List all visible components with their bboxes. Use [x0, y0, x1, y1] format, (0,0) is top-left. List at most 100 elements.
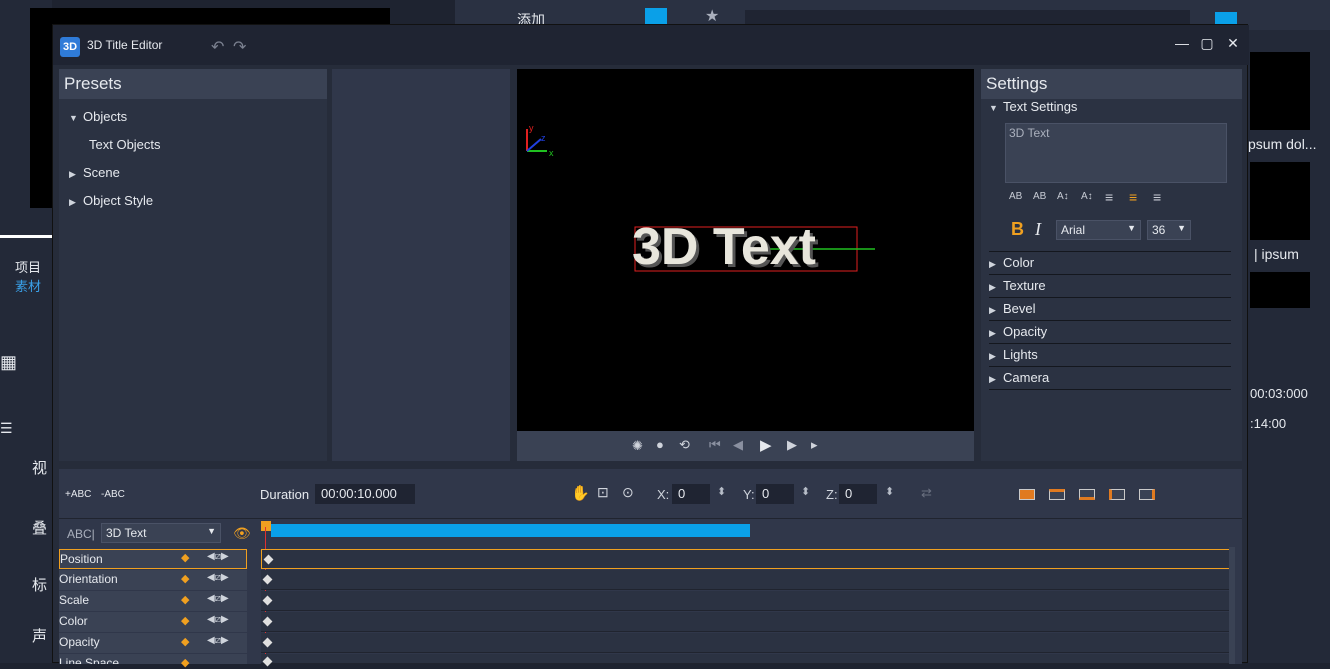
undo-icon[interactable]: ↶ [211, 37, 224, 57]
axis-z-label: z [541, 133, 546, 143]
line-spacing-icon[interactable]: A↕ [1057, 191, 1069, 202]
keyframe[interactable] [262, 595, 273, 606]
track-row-opacity[interactable] [261, 633, 1231, 653]
playhead-handle[interactable] [261, 521, 271, 531]
keyframe[interactable] [263, 554, 274, 565]
preview-3d-text: 3D Text [632, 218, 816, 276]
duration-input[interactable]: 00:00:10.000 [315, 484, 415, 504]
add-text-object-button[interactable]: +ABC [65, 489, 91, 500]
sphere-icon[interactable]: ● [656, 437, 664, 452]
view-left-icon[interactable] [1109, 489, 1125, 500]
z-spinner-icon[interactable]: ⬍ [885, 485, 894, 498]
preset-thumbnails-panel [332, 69, 510, 461]
next-frame-icon[interactable]: ▶ [787, 437, 797, 453]
x-label: X: [657, 487, 670, 502]
italic-button[interactable]: I [1035, 219, 1041, 240]
reset-icon[interactable]: ⇄ [921, 485, 932, 501]
settings-opacity[interactable]: ▶ Opacity [989, 321, 1231, 344]
track-row-orientation[interactable] [261, 570, 1231, 590]
settings-color[interactable]: ▶ Color [989, 252, 1231, 275]
z-position-input[interactable]: 0 [839, 484, 877, 504]
settings-lights[interactable]: ▶ Lights [989, 344, 1231, 367]
text-content-input[interactable]: 3D Text [1005, 123, 1227, 183]
keyframe[interactable] [262, 656, 273, 667]
redo-icon[interactable]: ↷ [233, 37, 246, 57]
add-keyframe-icon[interactable]: ◆ [181, 635, 189, 648]
background-timecode-2: :14:00 [1250, 416, 1287, 431]
spacing-icon[interactable]: AB [1009, 191, 1022, 202]
track-row-color[interactable] [261, 612, 1231, 632]
library-thumbnail[interactable] [1250, 162, 1310, 240]
play-icon[interactable]: ▶ [760, 436, 772, 454]
playback-controls: ✺ ● ⟲ ⏮ ◀ ▶ ▶ ▸ [517, 431, 974, 461]
y-position-input[interactable]: 0 [756, 484, 794, 504]
star-icon[interactable]: ★ [705, 6, 719, 26]
font-select[interactable]: Arial ▼ [1056, 220, 1141, 240]
library-thumbnail[interactable] [1250, 272, 1310, 308]
prev-frame-icon[interactable]: ◀ [733, 437, 743, 453]
skip-end-icon[interactable]: ▸ [811, 437, 818, 453]
maximize-icon[interactable]: ▢ [1196, 31, 1218, 55]
view-front-icon[interactable] [1019, 489, 1035, 500]
dropdown-arrow-icon: ▼ [1127, 223, 1136, 233]
y-spinner-icon[interactable]: ⬍ [801, 485, 810, 498]
keyframe[interactable] [262, 616, 273, 627]
dropdown-arrow-icon: ▼ [207, 526, 216, 536]
keyframe-nav-icon[interactable]: ◀⧄▶ [207, 593, 229, 604]
keyframe-nav-icon[interactable]: ◀⧄▶ [207, 635, 229, 646]
x-spinner-icon[interactable]: ⬍ [717, 485, 726, 498]
keyframe-controls: ◆ ◀⧄▶ ◆ ◀⧄▶ ◆ ◀⧄▶ ◆ ◀⧄▶ ◆ ◀⧄▶ ◆ [179, 549, 247, 669]
track-row-scale[interactable] [261, 591, 1231, 611]
track-row-position[interactable] [261, 549, 1231, 569]
axis-y-label: y [529, 123, 534, 133]
collapse-icon: ▶ [69, 197, 76, 207]
add-keyframe-icon[interactable]: ◆ [181, 593, 189, 606]
focus-icon[interactable]: ⊙ [622, 484, 634, 501]
keyframe-nav-icon[interactable]: ◀⧄▶ [207, 572, 229, 583]
loop-icon[interactable]: ⟲ [679, 437, 690, 453]
settings-texture[interactable]: ▶ Texture [989, 275, 1231, 298]
align-right-icon[interactable]: ≡ [1153, 189, 1161, 205]
add-keyframe-icon[interactable]: ◆ [181, 551, 189, 564]
tree-item-text-objects[interactable]: Text Objects [89, 137, 161, 152]
add-keyframe-icon[interactable]: ◆ [181, 572, 189, 585]
move-icon[interactable]: ⊡ [597, 484, 609, 501]
background-video-track: 视 [32, 460, 48, 477]
view-top-icon[interactable] [1049, 489, 1065, 500]
bold-button[interactable]: B [1011, 219, 1024, 240]
view-right-icon[interactable] [1139, 489, 1155, 500]
list-icon: ☰ [0, 420, 13, 436]
skip-start-icon[interactable]: ⏮ [709, 437, 721, 453]
close-icon[interactable]: ✕ [1222, 31, 1244, 55]
presets-header: Presets [59, 69, 327, 99]
keyframe-nav-icon[interactable]: ◀⧄▶ [207, 551, 229, 562]
rotate-icon[interactable]: ✺ [632, 438, 643, 454]
align-left-icon[interactable]: ≡ [1105, 189, 1113, 205]
add-keyframe-icon[interactable]: ◆ [181, 614, 189, 627]
library-thumbnail[interactable] [1250, 52, 1310, 130]
clip-bar[interactable] [271, 524, 750, 537]
align-center-icon[interactable]: ≡ [1129, 189, 1137, 205]
keyframe-nav-icon[interactable]: ◀⧄▶ [207, 614, 229, 625]
tree-item-object-style[interactable]: ▶ Object Style [69, 193, 153, 208]
visibility-eye-icon[interactable]: 👁 [233, 525, 251, 542]
timeline-scrollbar[interactable] [1229, 547, 1235, 664]
line-spacing-narrow-icon[interactable]: A↕ [1081, 191, 1093, 202]
font-size-select[interactable]: 36 ▼ [1147, 220, 1191, 240]
object-select[interactable]: 3D Text ▼ [101, 523, 221, 543]
settings-bevel[interactable]: ▶ Bevel [989, 298, 1231, 321]
tree-item-scene[interactable]: ▶ Scene [69, 165, 120, 180]
preview-canvas[interactable]: y x z 3D Text 3D Text [517, 69, 974, 431]
hand-icon[interactable]: ✋ [571, 484, 590, 502]
tree-item-objects[interactable]: ▼ Objects [69, 109, 127, 124]
keyframe[interactable] [262, 574, 273, 585]
spacing-narrow-icon[interactable]: AB [1033, 191, 1046, 202]
keyframe[interactable] [262, 637, 273, 648]
remove-text-object-button[interactable]: -ABC [101, 489, 125, 500]
x-position-input[interactable]: 0 [672, 484, 710, 504]
library-thumbnail-label: psum dol... [1248, 136, 1317, 152]
settings-camera[interactable]: ▶ Camera [989, 367, 1231, 390]
view-bottom-icon[interactable] [1079, 489, 1095, 500]
minimize-icon[interactable]: — [1171, 31, 1193, 55]
text-settings-section[interactable]: ▼ Text Settings [989, 99, 1077, 114]
